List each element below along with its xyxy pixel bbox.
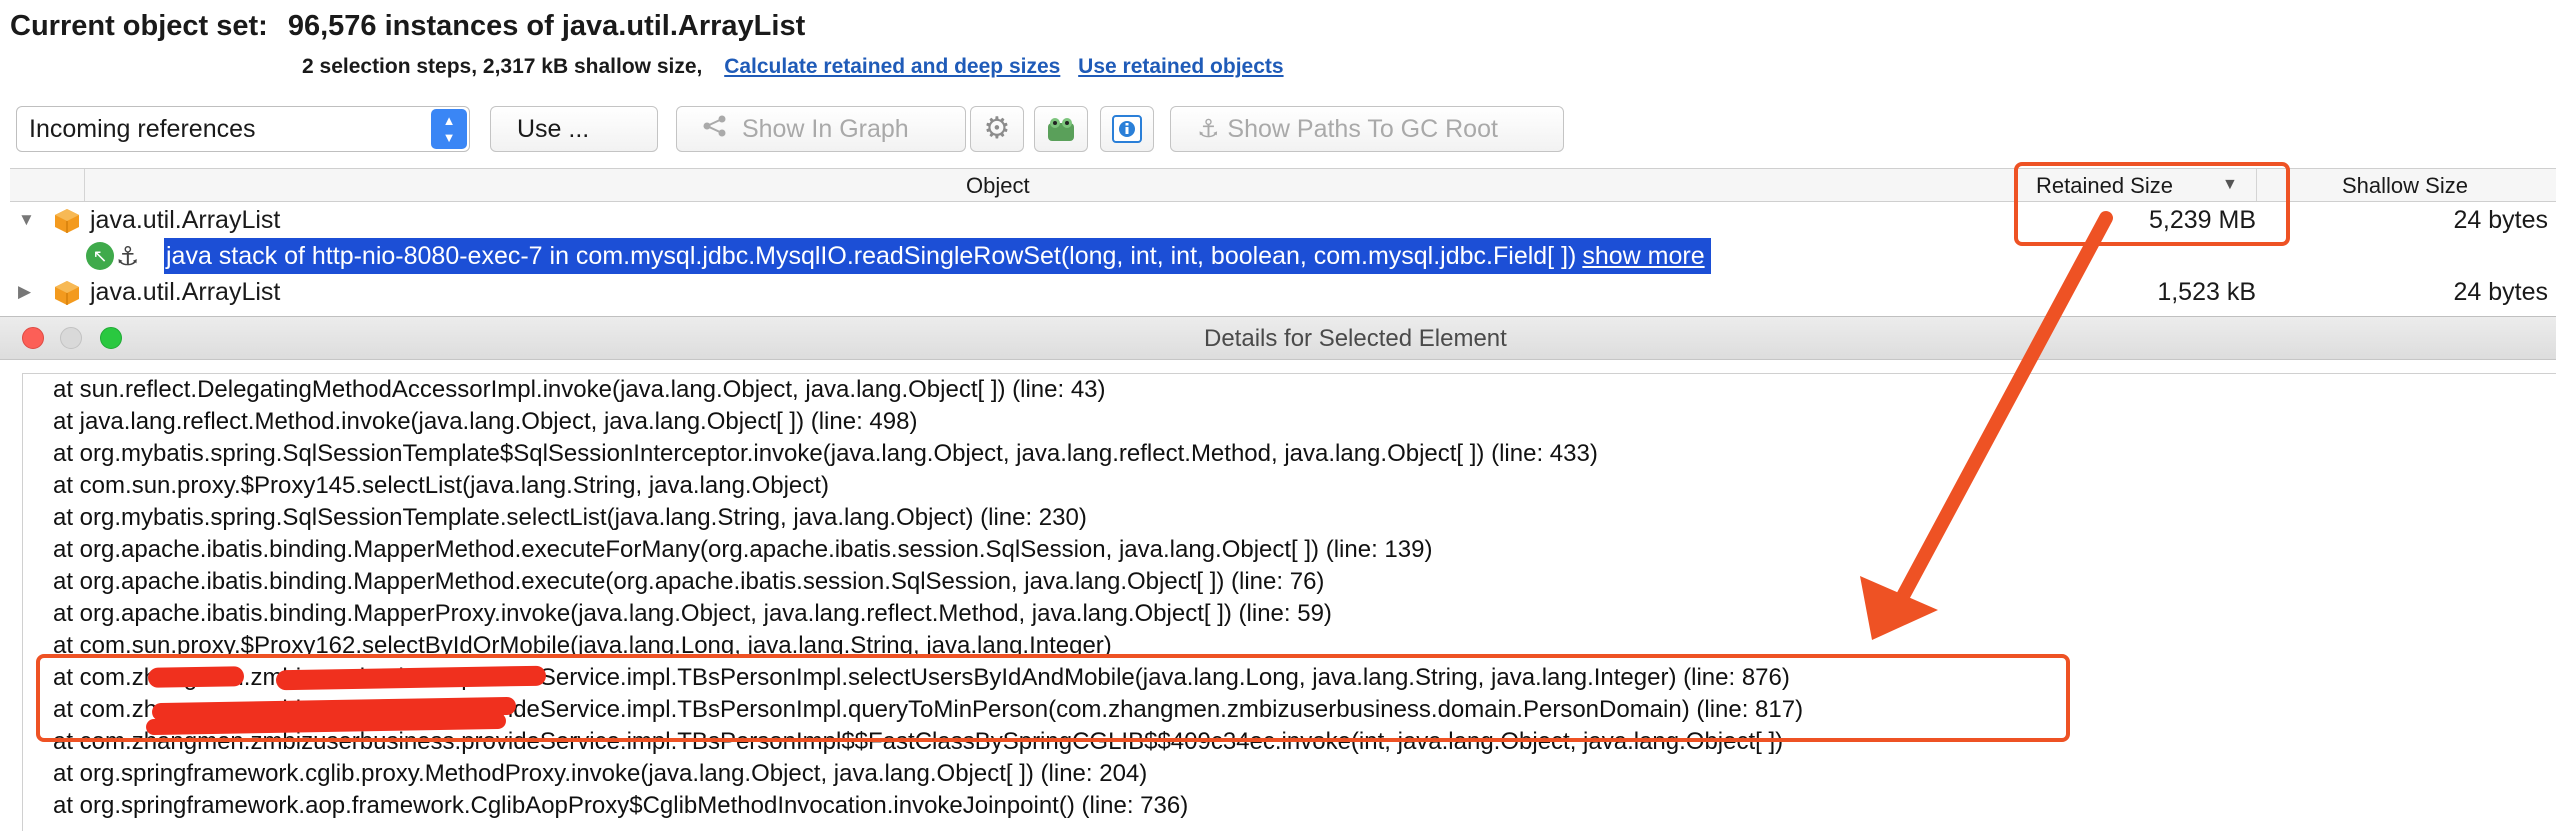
annotation-arrow — [1860, 211, 2113, 640]
